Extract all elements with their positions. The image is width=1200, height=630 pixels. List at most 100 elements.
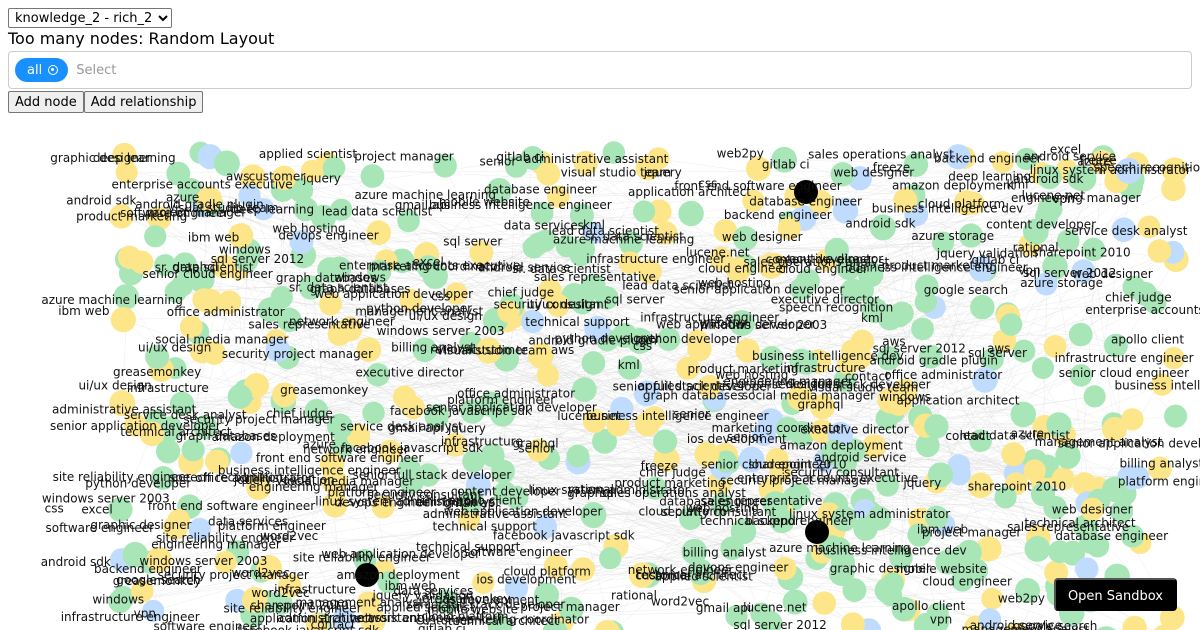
node-label: sql server	[443, 235, 502, 249]
node-label: administrative assistant	[52, 402, 197, 416]
node-label: product marketing	[76, 210, 187, 224]
node-label: engineering manager	[1011, 191, 1141, 205]
node-label: css	[431, 289, 450, 303]
graph-node[interactable]	[678, 200, 704, 227]
node-label: billing analyst	[683, 545, 767, 559]
node-label: web designer	[722, 230, 803, 244]
node-label: web hosting	[698, 276, 771, 290]
graph-node[interactable]	[653, 429, 678, 454]
graph-node[interactable]	[1122, 615, 1147, 630]
graph-node[interactable]	[110, 306, 136, 333]
node-label: python developer	[554, 331, 660, 345]
node-label: google search	[116, 573, 200, 587]
node-label: gitlab ci	[762, 157, 810, 171]
node-label: enterprise accounts executive	[1085, 303, 1200, 317]
node-label: database engineer	[749, 195, 862, 209]
node-label: office administrator	[167, 305, 285, 319]
node-label: lucene.net	[743, 600, 807, 614]
node-label: security consultant	[784, 466, 899, 480]
node-label: technical architect	[636, 568, 748, 582]
node-label: infrastructure engineer	[61, 610, 200, 624]
node-label: android service	[970, 618, 1062, 630]
node-label: rational	[611, 589, 657, 603]
node-label: lead data scientist	[548, 224, 659, 238]
node-label: amazon deployment	[212, 430, 336, 444]
node-label: azure machine learning	[355, 188, 496, 202]
graph-node[interactable]	[911, 317, 934, 341]
node-label: site reliability engineer	[53, 470, 191, 484]
graph-node[interactable]	[230, 441, 253, 465]
node-label: enterprise accounts executive	[339, 258, 520, 272]
node-label: sql server 2012	[211, 252, 304, 266]
top-controls: knowledge_2 - rich_2 Too many nodes: Ran…	[8, 8, 1192, 113]
node-label: management analyst	[1035, 435, 1163, 449]
action-buttons: Add node Add relationship	[8, 91, 1192, 113]
node-label: product marketing	[614, 476, 725, 490]
filter-select[interactable]: all Select	[8, 51, 1192, 89]
node-label: backend engineer	[724, 208, 832, 222]
node-label: azure storage	[911, 229, 994, 243]
filter-chip-all[interactable]: all	[15, 58, 69, 82]
graph-node[interactable]	[1001, 442, 1026, 467]
node-label: service desk analyst	[340, 419, 463, 433]
node-label: platform engineer	[1118, 475, 1200, 489]
node-label: social media manager	[155, 332, 288, 346]
node-label: senior application developer	[50, 419, 221, 433]
node-label: network engineer	[289, 314, 395, 328]
graph-node[interactable]	[970, 294, 995, 320]
node-label: web hosting	[715, 368, 788, 382]
graph-node[interactable]	[999, 313, 1023, 336]
graph-node[interactable]	[1048, 540, 1072, 564]
node-label: security consultant	[494, 298, 609, 312]
node-label: senior	[518, 442, 555, 456]
node-label: android sdk	[41, 555, 111, 569]
graph-node[interactable]	[360, 164, 385, 188]
node-label: senior	[479, 154, 516, 168]
graph-canvas[interactable]: sales representativepython developergrea…	[0, 112, 1200, 630]
graph-node[interactable]	[633, 200, 656, 223]
node-label: web2py	[998, 591, 1045, 605]
node-label: web designer	[833, 166, 914, 180]
add-relationship-button[interactable]: Add relationship	[83, 91, 204, 113]
node-label: kml	[618, 358, 640, 372]
node-label: word2vec	[251, 586, 309, 600]
node-label: senior cloud engineer	[143, 267, 273, 281]
graph-node[interactable]	[1164, 404, 1188, 428]
graph-node[interactable]	[1083, 385, 1106, 408]
node-label: project manager	[354, 150, 453, 164]
node-label: aws	[226, 169, 249, 183]
open-sandbox-button[interactable]: Open Sandbox	[1053, 578, 1177, 611]
node-label: chief judge	[266, 407, 333, 421]
node-label: azure storage	[1020, 276, 1103, 290]
graph-node[interactable]	[566, 444, 590, 468]
node-label: vpn	[1018, 264, 1040, 278]
graph-node[interactable]	[1068, 322, 1093, 347]
graph-node[interactable]	[890, 301, 914, 326]
node-label: content developer	[986, 218, 1096, 232]
layout-message: Too many nodes: Random Layout	[8, 29, 275, 48]
graph-node[interactable]	[581, 351, 606, 375]
node-label: web2py	[717, 146, 764, 160]
node-label: applied scientist	[259, 147, 358, 161]
node-label: technical support	[525, 315, 630, 329]
graph-node[interactable]	[571, 377, 597, 403]
node-label: billing analyst	[1120, 456, 1200, 470]
graph-node[interactable]	[1031, 356, 1055, 379]
node-label: infrastructure engineer	[1055, 351, 1194, 365]
node-label: database engineer	[659, 494, 772, 508]
graph-node[interactable]	[1024, 536, 1051, 562]
node-label: vpn	[134, 607, 156, 621]
graph-node[interactable]	[1147, 239, 1172, 263]
node-label: greasemonkey	[113, 365, 201, 379]
close-icon[interactable]	[48, 65, 59, 75]
graph-node[interactable]	[840, 612, 865, 630]
node-label: customer	[471, 343, 528, 357]
node-label: apollo client	[1111, 332, 1184, 346]
graph-node[interactable]	[144, 225, 167, 248]
graph-node[interactable]	[227, 384, 253, 409]
graph-node[interactable]	[599, 547, 622, 570]
graph-node[interactable]	[812, 591, 837, 615]
add-node-button[interactable]: Add node	[8, 91, 84, 113]
graph-selector[interactable]: knowledge_2 - rich_2	[8, 8, 172, 28]
node-label: greasemonkey	[422, 592, 510, 606]
